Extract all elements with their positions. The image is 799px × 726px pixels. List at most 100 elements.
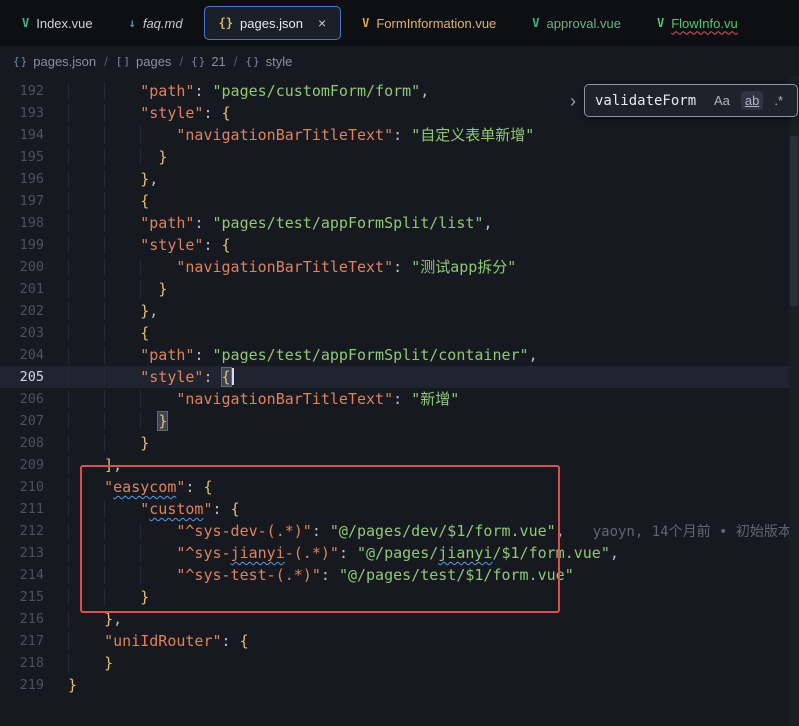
tab-pages.json[interactable]: {}pages.json× bbox=[204, 6, 342, 40]
code-token: : bbox=[203, 236, 221, 254]
code-token: : bbox=[213, 500, 231, 518]
code-line-201[interactable]: 201 } bbox=[0, 278, 799, 300]
line-number: 208 bbox=[0, 432, 44, 454]
breadcrumb-label: style bbox=[266, 54, 293, 69]
code-line-205[interactable]: 205 "style": { bbox=[0, 366, 799, 388]
line-content: "style": { bbox=[44, 234, 231, 256]
code-line-197[interactable]: 197 { bbox=[0, 190, 799, 212]
code-token: { bbox=[222, 236, 231, 254]
code-line-216[interactable]: 216 }, bbox=[0, 608, 799, 630]
code-token bbox=[68, 610, 104, 628]
code-line-207[interactable]: 207 } bbox=[0, 410, 799, 432]
code-line-217[interactable]: 217 "uniIdRouter": { bbox=[0, 630, 799, 652]
code-line-196[interactable]: 196 }, bbox=[0, 168, 799, 190]
code-token: "style" bbox=[140, 368, 203, 386]
code-token: : bbox=[194, 346, 212, 364]
breadcrumb-item-pages[interactable]: []pages bbox=[116, 54, 172, 69]
code-token bbox=[68, 170, 140, 188]
line-content: "navigationBarTitleText": "自定义表单新增" bbox=[44, 124, 534, 146]
code-token: jianyi bbox=[438, 544, 492, 562]
line-number: 218 bbox=[0, 652, 44, 674]
line-content: "^sys-dev-(.*)": "@/pages/dev/$1/form.vu… bbox=[44, 520, 799, 542]
code-line-214[interactable]: 214 "^sys-test-(.*)": "@/pages/test/$1/f… bbox=[0, 564, 799, 586]
code-line-198[interactable]: 198 "path": "pages/test/appFormSplit/lis… bbox=[0, 212, 799, 234]
code-token: jianyi bbox=[231, 544, 285, 562]
code-token: " bbox=[104, 478, 113, 496]
code-token: "path" bbox=[140, 214, 194, 232]
code-token: } bbox=[104, 654, 113, 672]
line-content: } bbox=[44, 652, 113, 674]
code-line-212[interactable]: 212 "^sys-dev-(.*)": "@/pages/dev/$1/for… bbox=[0, 520, 799, 542]
line-content: } bbox=[44, 146, 167, 168]
code-token bbox=[68, 544, 176, 562]
code-line-209[interactable]: 209 ], bbox=[0, 454, 799, 476]
code-token: "style" bbox=[140, 104, 203, 122]
code-line-204[interactable]: 204 "path": "pages/test/appFormSplit/con… bbox=[0, 344, 799, 366]
find-input-box[interactable]: validateForm Aa ab .* bbox=[584, 84, 798, 117]
code-token: : bbox=[339, 544, 357, 562]
code-line-206[interactable]: 206 "navigationBarTitleText": "新增" bbox=[0, 388, 799, 410]
code-token: { bbox=[222, 368, 231, 386]
line-number: 194 bbox=[0, 124, 44, 146]
code-token bbox=[68, 280, 158, 298]
line-number: 205 bbox=[0, 366, 44, 388]
whole-word-button[interactable]: ab bbox=[741, 91, 763, 110]
breadcrumb-item-21[interactable]: {}21 bbox=[191, 54, 226, 69]
tab-faq.md[interactable]: ↓faq.md bbox=[114, 6, 198, 40]
code-line-202[interactable]: 202 }, bbox=[0, 300, 799, 322]
code-line-194[interactable]: 194 "navigationBarTitleText": "自定义表单新增" bbox=[0, 124, 799, 146]
breadcrumb-label: 21 bbox=[211, 54, 225, 69]
close-icon[interactable]: × bbox=[318, 16, 326, 30]
code-line-211[interactable]: 211 "custom": { bbox=[0, 498, 799, 520]
chevron-right-icon[interactable]: › bbox=[570, 92, 576, 110]
code-token: "navigationBarTitleText" bbox=[176, 126, 393, 144]
tab-FormInformation.vue[interactable]: VFormInformation.vue bbox=[347, 6, 511, 40]
code-token: " bbox=[203, 500, 212, 518]
code-line-219[interactable]: 219} bbox=[0, 674, 799, 696]
line-number: 193 bbox=[0, 102, 44, 124]
code-token bbox=[68, 566, 176, 584]
code-token: "^sys-dev-(.*)" bbox=[176, 522, 311, 540]
scrollbar-thumb[interactable] bbox=[790, 136, 798, 306]
regex-button[interactable]: .* bbox=[770, 91, 787, 110]
tab-label: pages.json bbox=[240, 16, 303, 31]
code-token: /$1/form.vue" bbox=[492, 544, 609, 562]
code-token: } bbox=[158, 280, 167, 298]
tab-approval.vue[interactable]: Vapproval.vue bbox=[517, 6, 636, 40]
breadcrumb-separator: / bbox=[179, 54, 183, 69]
breadcrumb-item-style[interactable]: {} style bbox=[245, 54, 292, 69]
code-token: , bbox=[113, 610, 122, 628]
code-token: "navigationBarTitleText" bbox=[176, 258, 393, 276]
code-line-199[interactable]: 199 "style": { bbox=[0, 234, 799, 256]
tab-FlowInfo.vu[interactable]: VFlowInfo.vu bbox=[642, 6, 753, 40]
code-token: { bbox=[240, 632, 249, 650]
scrollbar[interactable] bbox=[789, 76, 799, 726]
line-number: 199 bbox=[0, 234, 44, 256]
vue-icon: V bbox=[22, 16, 29, 30]
match-case-button[interactable]: Aa bbox=[710, 91, 734, 110]
code-line-213[interactable]: 213 "^sys-jianyi-(.*)": "@/pages/jianyi/… bbox=[0, 542, 799, 564]
code-line-203[interactable]: 203 { bbox=[0, 322, 799, 344]
line-number: 196 bbox=[0, 168, 44, 190]
line-content: { bbox=[44, 322, 149, 344]
code-line-218[interactable]: 218 } bbox=[0, 652, 799, 674]
code-token: } bbox=[104, 610, 113, 628]
code-token: : bbox=[194, 214, 212, 232]
line-content: "easycom": { bbox=[44, 476, 213, 498]
line-number: 195 bbox=[0, 146, 44, 168]
line-number: 215 bbox=[0, 586, 44, 608]
code-line-210[interactable]: 210 "easycom": { bbox=[0, 476, 799, 498]
symbol-icon: {} bbox=[245, 55, 260, 68]
tab-Index.vue[interactable]: VIndex.vue bbox=[7, 6, 108, 40]
code-line-200[interactable]: 200 "navigationBarTitleText": "测试app拆分" bbox=[0, 256, 799, 278]
code-line-195[interactable]: 195 } bbox=[0, 146, 799, 168]
code-line-208[interactable]: 208 } bbox=[0, 432, 799, 454]
breadcrumb-item-pages.json[interactable]: {}pages.json bbox=[13, 54, 96, 69]
code-token: , bbox=[113, 456, 122, 474]
find-input[interactable]: validateForm bbox=[595, 93, 703, 109]
line-content: }, bbox=[44, 168, 158, 190]
code-token bbox=[68, 500, 140, 518]
code-line-215[interactable]: 215 } bbox=[0, 586, 799, 608]
code-token: "navigationBarTitleText" bbox=[176, 390, 393, 408]
line-content: } bbox=[44, 674, 77, 696]
